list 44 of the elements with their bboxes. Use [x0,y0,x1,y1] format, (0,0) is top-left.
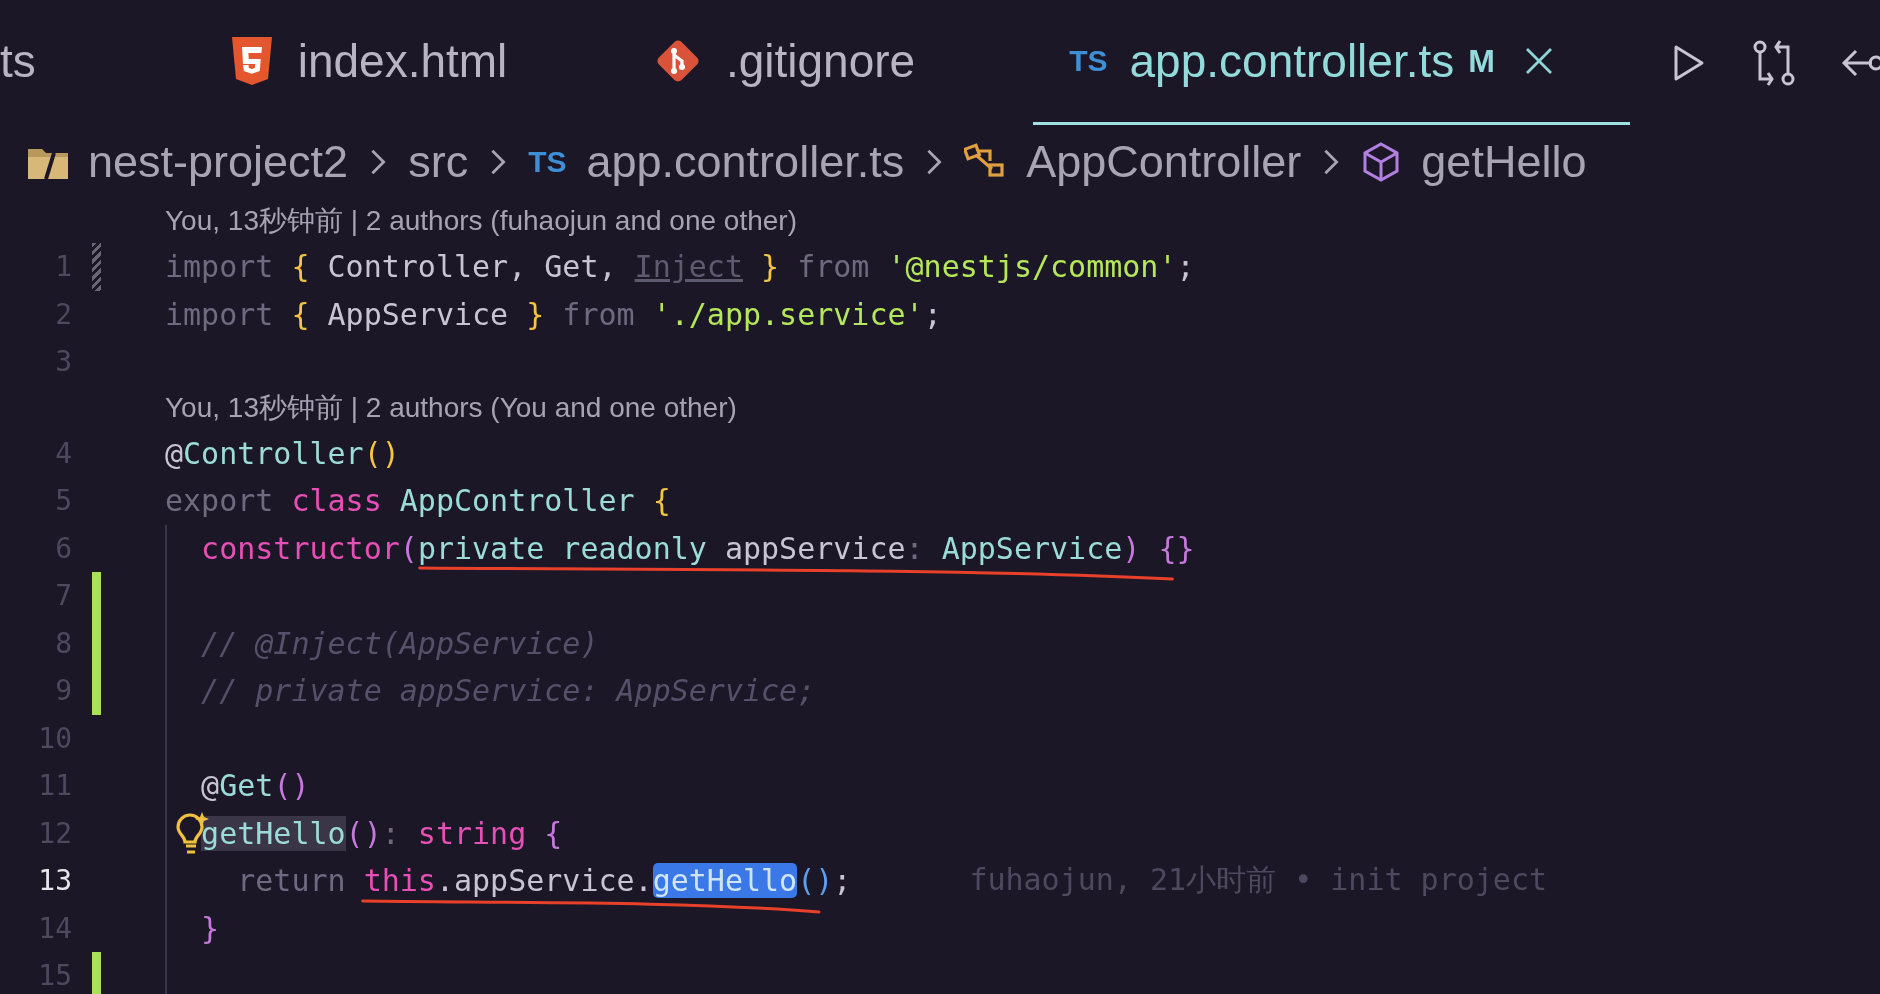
ts-icon: TS [1069,44,1108,78]
line-number: 11 [37,769,72,803]
compare-icon[interactable] [1752,38,1796,87]
code-line: getHello(): string { [201,815,563,851]
code-line: @Controller() [165,435,400,471]
code-line: import { AppService } from './app.service'; [165,296,942,332]
breadcrumb-item[interactable]: nest-project2 [28,136,349,188]
code-line: // private appService: AppService; [200,673,816,709]
codelens-text[interactable]: You, 13秒钟前 | 2 authors (fuhaojun and one other) [165,202,797,240]
line-number: 12 [37,816,72,850]
line-number: 3 [54,345,72,379]
line-number: 9 [54,674,72,708]
cube-icon [1361,142,1402,182]
codelens-text[interactable]: You, 13秒钟前 | 2 authors (You and one other) [165,388,737,427]
breadcrumb-item[interactable]: src [408,136,469,188]
inline-blame: fuhaojun, 21小时前 • init project [969,861,1548,900]
breadcrumb-item[interactable]: TS app.controller.ts [528,136,905,188]
tab[interactable]: ts [0,0,190,125]
code-line: } [200,910,220,946]
modified-indicator: M [1468,42,1495,80]
breadcrumb-item[interactable]: getHello [1361,136,1587,188]
line-number: 1 [54,250,72,284]
html-file-icon [229,37,274,85]
line-number: 10 [37,721,72,755]
tab[interactable]: index.html [189,0,614,125]
line-number: 15 [37,959,72,993]
line-number: 4 [54,436,72,470]
code-line: @Get() [200,768,310,804]
line-number: 6 [54,531,72,565]
ts-icon: TS [528,145,567,179]
tab[interactable]: TS app.controller.ts M [1033,0,1630,125]
code-line: export class AppController { [165,483,671,519]
breadcrumb-item[interactable]: AppController [964,136,1302,188]
line-number: 5 [54,484,72,518]
line-number: 13 [37,864,72,898]
code-line: import { Controller, Get, Inject } from '@nestjs/common'; [165,249,1195,285]
line-number: 7 [54,579,72,613]
code-line: constructor(private readonly appService: AppService) {} [200,530,1195,566]
line-number: 2 [54,297,72,331]
line-number: 14 [37,911,72,945]
tab[interactable]: .gitignore [613,0,1034,125]
code-line: // @Inject(AppService) [200,625,599,661]
code-line: return this.appService.getHello(); [236,863,852,899]
line-number: 8 [54,626,72,660]
